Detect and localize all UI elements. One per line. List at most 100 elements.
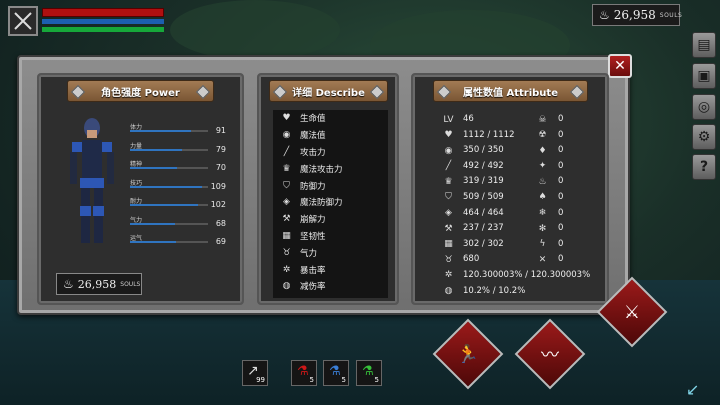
gear-icon: ⚙ [697, 129, 711, 145]
stat-row-strength: 力量 79 [130, 141, 230, 160]
arrow-slot[interactable]: ↗ 99 [242, 360, 268, 386]
describe-label: 防御力 [300, 181, 326, 192]
stat-bar [130, 204, 198, 206]
green-potion-icon: ⚗ [362, 364, 374, 379]
shield-icon: ⛉ [445, 192, 452, 203]
attribute-list: LV 46 ☠ 0 ♥ 1112 / 1112 ☢ 0 ◉ 350 / 350 ♦ 0 ╱ 492 / 4… [437, 112, 607, 299]
attribute-value: 46 [463, 114, 474, 124]
attribute-value: 319 / 319 [463, 176, 504, 187]
resistance-value: 0 [558, 207, 564, 218]
resistance-value: 0 [558, 238, 564, 249]
water-icon: ♦ [538, 145, 547, 156]
attribute-value: 1112 / 1112 [463, 129, 515, 140]
sword-icon: ╱ [283, 146, 290, 157]
flame-icon: ♨ [599, 8, 610, 22]
describe-row: ▦ 坚韧性 [273, 228, 388, 245]
attribute-row: ◍ 10.2% / 10.2% [437, 284, 607, 300]
green-potion-slot[interactable]: ⚗ 5 [356, 360, 382, 386]
sword-icon: ╱ [445, 161, 452, 172]
resize-arrow-icon[interactable]: ↙ [686, 380, 699, 399]
stat-list: 体力 91 力量 79 精神 70 技巧 109 耐力 102 气力 68 运气… [130, 122, 230, 252]
describe-label: 减伤率 [300, 282, 326, 293]
describe-label: 气力 [300, 248, 318, 259]
attribute-value: 302 / 302 [463, 238, 504, 249]
stat-value: 109 [210, 181, 226, 191]
toughness-icon: ▦ [282, 230, 291, 241]
describe-row: ✲ 暴击率 [273, 261, 388, 278]
journal-button[interactable]: ▤ [692, 32, 716, 58]
dark-icon: ✕ [538, 254, 547, 265]
attribute-value: 350 / 350 [463, 145, 504, 156]
attribute-value: 120.300003% / 120.300003% [463, 269, 591, 280]
break-icon: ⚒ [282, 214, 291, 225]
blue-potion-icon: ⚗ [329, 364, 341, 379]
souls-panel-unit: SOULS [120, 280, 141, 288]
help-button[interactable]: ? [692, 154, 716, 180]
mana-bar [42, 19, 164, 24]
lv-icon: LV [443, 114, 454, 125]
skull-icon: ☠ [538, 114, 547, 125]
compass-icon: ◎ [697, 99, 711, 115]
settings-button[interactable]: ⚙ [692, 124, 716, 150]
attribute-value: 680 [463, 254, 480, 265]
attribute-row: ▦ 302 / 302 ϟ 0 [437, 237, 607, 253]
stat-value: 69 [215, 237, 226, 246]
stat-row-luck: 运气 69 [130, 233, 230, 252]
describe-list: ♥ 生命值 ◉ 魔法值 ╱ 攻击力 ♛ 魔法攻击力 ⛉ 防御力 ◈ 魔法防御力 ⚒ 崩解力 ▦ 坚韧性 ♉ 气力 ✲… [273, 110, 388, 298]
describe-label: 坚韧性 [300, 231, 326, 242]
crit-icon: ✲ [444, 270, 453, 281]
attribute-row: ◈ 464 / 464 ❄ 0 [437, 206, 607, 222]
bag-icon: ▣ [697, 68, 711, 84]
mana-icon: ◉ [444, 145, 453, 156]
stat-bar [130, 167, 177, 169]
red-potion-icon: ⚗ [297, 364, 309, 379]
map-button[interactable]: ◎ [692, 94, 716, 120]
describe-label: 攻击力 [300, 147, 326, 158]
book-icon: ▤ [697, 37, 711, 53]
souls-value: 26,958 [613, 8, 656, 22]
describe-label: 生命值 [300, 114, 326, 125]
power-header: 角色强度 Power [67, 80, 214, 102]
attribute-row: ╱ 492 / 492 ✦ 0 [437, 159, 607, 175]
describe-row: ♥ 生命值 [273, 110, 388, 127]
resistance-value: 0 [558, 160, 564, 171]
describe-label: 魔法值 [300, 131, 326, 142]
poison-icon: ☢ [538, 130, 547, 141]
stat-row-energy: 气力 68 [130, 215, 230, 234]
reduction-icon: ◍ [444, 286, 453, 297]
attribute-row: ✲ 120.300003% / 120.300003% [437, 268, 607, 284]
resistance-value: 0 [558, 191, 564, 202]
crit-icon: ✲ [282, 264, 291, 275]
attribute-value: 10.2% / 10.2% [463, 285, 526, 296]
magic-shield-icon: ◈ [283, 197, 290, 208]
attribute-value: 464 / 464 [463, 207, 504, 218]
blue-potion-slot[interactable]: ⚗ 5 [323, 360, 349, 386]
attribute-row: ♛ 319 / 319 ♨ 0 [437, 174, 607, 190]
stat-row-skill: 技巧 109 [130, 178, 230, 197]
stat-row-endurance: 耐力 102 [130, 196, 230, 215]
attribute-row: ⛉ 509 / 509 ♠ 0 [437, 190, 607, 206]
magic-shield-icon: ◈ [445, 208, 452, 219]
lungs-icon: ♉ [444, 254, 453, 265]
stat-bar [130, 148, 183, 151]
fire-icon: ♨ [538, 176, 547, 187]
resistance-value: 0 [558, 176, 564, 187]
attribute-value: 509 / 509 [463, 191, 504, 202]
describe-row: ⚒ 崩解力 [273, 211, 388, 228]
shield-icon: ⛉ [283, 180, 290, 191]
red-potion-slot[interactable]: ⚗ 5 [291, 360, 317, 386]
stat-bar [130, 241, 177, 243]
stat-row-spirit: 精神 70 [130, 159, 230, 178]
stat-value: 68 [215, 218, 226, 228]
runner-icon: 🏃 [456, 343, 480, 365]
describe-row: ◍ 减伤率 [273, 278, 388, 295]
mana-icon: ◉ [282, 130, 291, 141]
inventory-button[interactable]: ▣ [692, 63, 716, 89]
describe-row: ◉ 魔法值 [273, 127, 388, 144]
close-button[interactable]: ✕ [608, 54, 632, 78]
attribute-value: 492 / 492 [463, 160, 504, 171]
character-model [70, 118, 114, 243]
stat-value: 79 [215, 144, 226, 154]
close-icon: ✕ [614, 58, 626, 74]
resistance-value: 0 [558, 129, 564, 140]
